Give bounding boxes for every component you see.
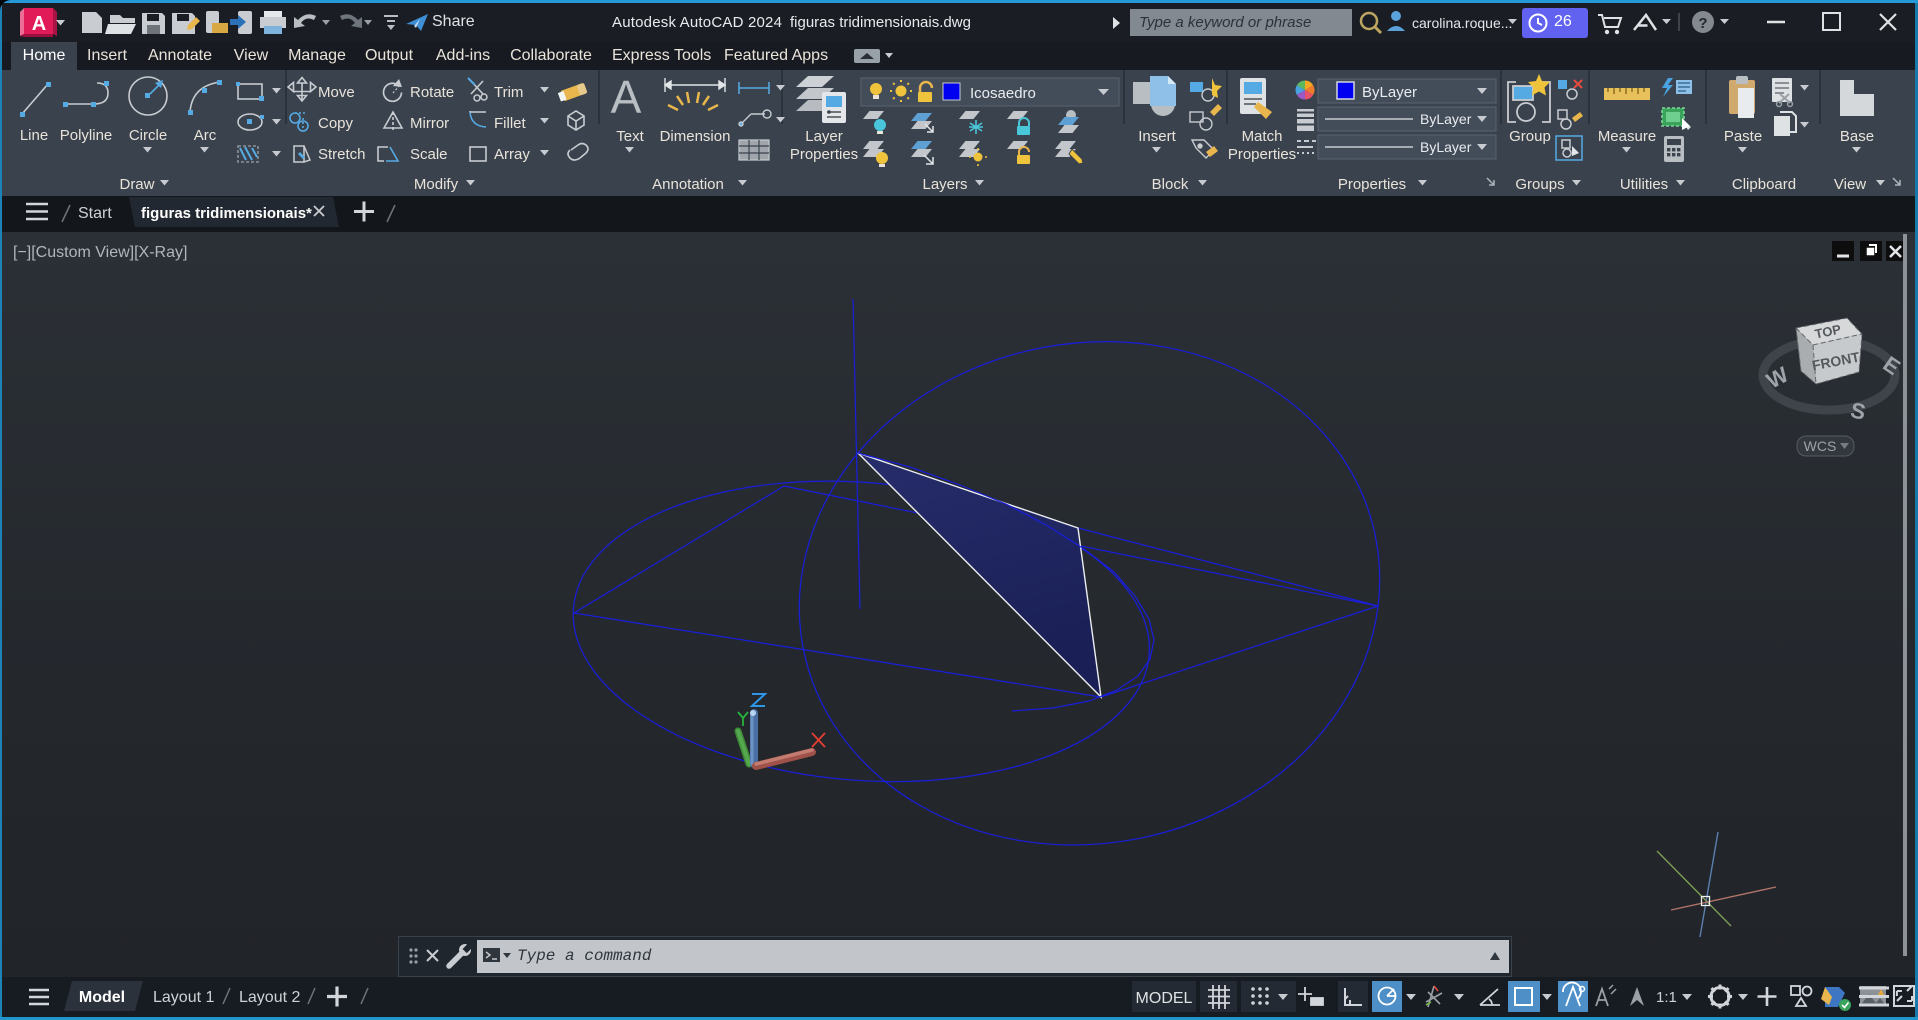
svg-text:figuras tridimensionais*: figuras tridimensionais* [141,205,312,222]
svg-text:Copy: Copy [318,115,354,132]
svg-text:Base: Base [1840,128,1874,145]
svg-text:Circle: Circle [129,127,167,144]
svg-text:Properties: Properties [790,146,858,163]
svg-text:Utilities: Utilities [1620,176,1668,193]
svg-text:Modify: Modify [414,176,459,193]
svg-text:WCS: WCS [1804,438,1837,454]
svg-text:A: A [611,71,642,123]
svg-text:?: ? [1698,15,1707,32]
svg-text:Start: Start [78,205,112,222]
svg-text:Stretch: Stretch [318,146,366,163]
svg-text:Measure: Measure [1598,128,1656,145]
svg-text:A: A [32,13,46,35]
svg-text:Groups: Groups [1515,176,1564,193]
svg-text:Scale: Scale [410,146,448,163]
svg-text:MODEL: MODEL [1136,990,1193,1007]
svg-text:Properties: Properties [1338,176,1406,193]
svg-text:Text: Text [616,128,644,145]
svg-text:Arc: Arc [194,127,217,144]
svg-text:Icosaedro: Icosaedro [970,85,1036,102]
svg-text:Annotation: Annotation [652,176,724,193]
svg-text:Line: Line [20,127,48,144]
svg-text:Trim: Trim [494,84,523,101]
svg-text:Insert: Insert [1138,128,1176,145]
svg-text:Fillet: Fillet [494,115,527,132]
svg-text:Block: Block [1152,176,1189,193]
svg-text:Layout 1: Layout 1 [153,989,214,1006]
svg-text:Draw: Draw [119,176,154,193]
svg-text:Model: Model [79,989,125,1006]
svg-text:ByLayer: ByLayer [1420,111,1472,127]
svg-text:ByLayer: ByLayer [1362,84,1417,101]
svg-text:Array: Array [494,146,530,163]
svg-text:Layers: Layers [922,176,967,193]
svg-text:1:1: 1:1 [1656,989,1677,1006]
svg-text:Paste: Paste [1724,128,1762,145]
svg-text:Dimension: Dimension [660,128,731,145]
svg-text:View: View [1834,176,1866,193]
svg-text:Rotate: Rotate [410,84,454,101]
svg-text:Layer: Layer [805,128,843,145]
svg-text:ByLayer: ByLayer [1420,139,1472,155]
svg-text:[−][Custom View][X-Ray]: [−][Custom View][X-Ray] [13,244,187,261]
svg-text:Mirror: Mirror [410,115,449,132]
svg-text:Polyline: Polyline [60,127,113,144]
svg-text:S: S [1848,397,1868,425]
svg-text:Clipboard: Clipboard [1732,176,1796,193]
svg-text:Layout 2: Layout 2 [239,989,300,1006]
svg-text:Group: Group [1509,128,1551,145]
svg-text:Move: Move [318,84,355,101]
svg-text:Match: Match [1242,128,1283,145]
svg-text:Properties: Properties [1228,146,1296,163]
